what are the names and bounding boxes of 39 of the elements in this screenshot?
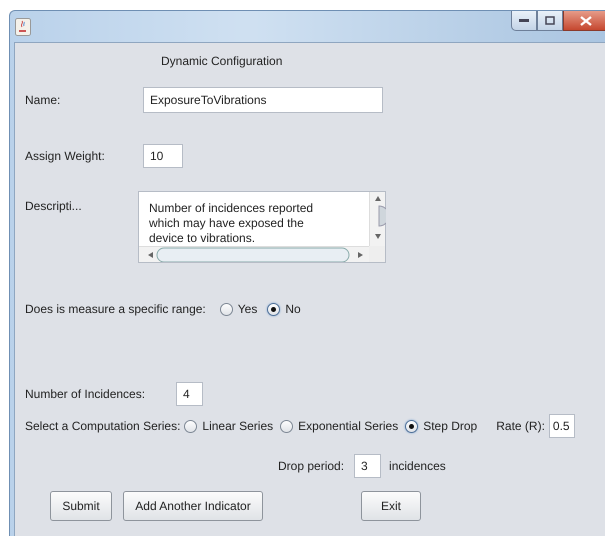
field-label: Assign Weight: xyxy=(25,149,106,163)
field-label: Name: xyxy=(25,93,62,107)
form-button[interactable]: Exit xyxy=(361,491,421,521)
field-label: Number of Incidences: xyxy=(25,387,146,401)
input-field[interactable]: 0.5 xyxy=(548,414,575,438)
radio-button[interactable] xyxy=(267,302,280,316)
field-label: Select a Computation Series: xyxy=(25,419,180,433)
form-title: Dynamic Configuration xyxy=(161,54,282,68)
radio-button[interactable] xyxy=(280,420,294,432)
field-label: Drop period: xyxy=(278,459,344,473)
unit-label: incidences xyxy=(389,459,446,473)
radio-button[interactable] xyxy=(220,302,233,316)
description-field[interactable]: Number of incidences reported which may have exposed the device to vibrations. xyxy=(138,191,386,263)
close-button[interactable] xyxy=(563,11,605,31)
vertical-scrollbar[interactable] xyxy=(369,192,385,246)
scrollbar-corner xyxy=(369,246,385,262)
field-label: Descripti... xyxy=(25,199,83,213)
option-label: Yes xyxy=(238,302,258,316)
input-field[interactable]: 3 xyxy=(354,454,382,478)
close-icon xyxy=(580,16,592,26)
radio-button[interactable] xyxy=(184,420,198,432)
option-label: Exponential Series xyxy=(298,419,398,433)
horizontal-scrollbar[interactable] xyxy=(139,246,369,262)
option-label: No xyxy=(285,302,301,316)
option-label: Step Drop xyxy=(423,419,478,433)
minimize-button[interactable] xyxy=(511,11,537,31)
cup-icon xyxy=(15,18,31,36)
input-field[interactable]: 10 xyxy=(143,144,183,168)
minimize-icon xyxy=(519,18,529,22)
input-field[interactable]: ExposureToVibrations xyxy=(143,87,383,113)
form-button[interactable]: Submit xyxy=(50,491,112,521)
field-label: Does is measure a specific range: xyxy=(25,302,206,316)
field-label: Rate (R): xyxy=(496,419,545,433)
option-label: Linear Series xyxy=(202,419,274,433)
maximize-icon xyxy=(545,16,555,25)
input-field[interactable]: 4 xyxy=(176,382,203,406)
form-button[interactable]: Add Another Indicator xyxy=(123,491,263,521)
radio-button[interactable] xyxy=(405,420,418,432)
maximize-button[interactable] xyxy=(537,11,563,31)
